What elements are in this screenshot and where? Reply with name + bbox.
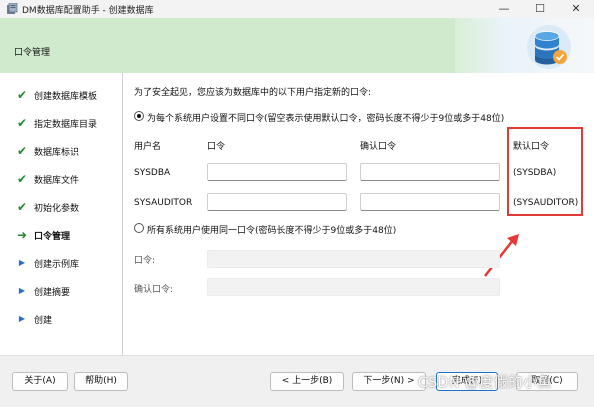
nav-item-init-params[interactable]: ✔ 初始化参数	[0, 197, 122, 217]
nav-item-label: 口令管理	[34, 232, 71, 242]
database-icon	[527, 25, 571, 69]
same-password-label[interactable]: 所有系统用户使用同一口令(密码长度不得少于9位或多于48位)	[147, 223, 396, 236]
same-password-field-label: 口令:	[134, 256, 156, 266]
help-button[interactable]: 帮助(H)	[74, 372, 128, 391]
sysdba-password-input[interactable]	[207, 163, 347, 181]
arrow-right-icon: ➜	[16, 228, 28, 242]
column-header-confirm: 确认口令	[360, 142, 397, 152]
same-password-radio[interactable]	[134, 223, 144, 233]
sysauditor-password-input[interactable]	[207, 193, 347, 211]
app-icon	[7, 3, 18, 14]
nav-item-create[interactable]: ▶ 创建	[0, 309, 122, 329]
password-management-form: 为了安全起见，您应该为数据库中的以下用户指定新的口令: 为每个系统用户设置不同口…	[124, 73, 594, 355]
watermark-text: CSDN @度假的小鱼	[418, 375, 552, 391]
wizard-steps-panel: ✔ 创建数据库模板 ✔ 指定数据库目录 ✔ 数据库标识 ✔ 数据库文件 ✔ 初始…	[0, 73, 123, 355]
individual-password-label[interactable]: 为每个系统用户设置不同口令(留空表示使用默认口令，密码长度不得少于9位或多于48…	[147, 111, 504, 124]
triangle-right-icon: ▶	[18, 286, 26, 295]
nav-item-label: 创建	[34, 316, 53, 326]
nav-item-db-files[interactable]: ✔ 数据库文件	[0, 169, 122, 189]
check-icon: ✔	[16, 116, 28, 130]
nav-item-password-management[interactable]: ➜ 口令管理	[0, 225, 122, 245]
user-name-sysauditor: SYSAUDITOR	[134, 198, 193, 208]
nav-item-summary[interactable]: ▶ 创建摘要	[0, 281, 122, 301]
individual-password-radio[interactable]	[134, 111, 144, 121]
nav-item-create-template[interactable]: ✔ 创建数据库模板	[0, 85, 122, 105]
column-header-password: 口令	[207, 142, 226, 152]
check-icon: ✔	[16, 200, 28, 214]
column-header-user: 用户名	[134, 142, 162, 152]
nav-item-label: 初始化参数	[34, 204, 80, 214]
nav-item-label: 创建示例库	[34, 260, 80, 270]
nav-item-label: 创建数据库模板	[34, 92, 98, 102]
check-icon: ✔	[16, 88, 28, 102]
check-icon: ✔	[16, 144, 28, 158]
nav-item-create-sample-db[interactable]: ▶ 创建示例库	[0, 253, 122, 273]
nav-item-label: 创建摘要	[34, 288, 71, 298]
highlight-box	[507, 127, 583, 216]
same-confirm-field-label: 确认口令:	[134, 285, 174, 295]
window-title: DM数据库配置助手 - 创建数据库	[22, 6, 154, 16]
same-password-input[interactable]	[207, 250, 500, 268]
next-button[interactable]: 下一步(N) >	[352, 372, 426, 391]
about-button[interactable]: 关于(A)	[12, 372, 68, 391]
intro-text: 为了安全起见，您应该为数据库中的以下用户指定新的口令:	[134, 88, 372, 98]
close-button[interactable]: ✕	[558, 0, 594, 18]
user-name-sysdba: SYSDBA	[134, 168, 171, 178]
title-bar: DM数据库配置助手 - 创建数据库 — ☐ ✕	[0, 0, 594, 18]
nav-item-label: 数据库标识	[34, 148, 80, 158]
back-button[interactable]: < 上一步(B)	[270, 372, 344, 391]
nav-item-label: 指定数据库目录	[34, 120, 98, 130]
header-banner: 口令管理	[0, 18, 594, 73]
same-confirm-input[interactable]	[207, 278, 500, 296]
check-icon: ✔	[16, 172, 28, 186]
sysauditor-confirm-input[interactable]	[360, 193, 500, 211]
minimize-button[interactable]: —	[486, 0, 522, 18]
nav-item-db-identifier[interactable]: ✔ 数据库标识	[0, 141, 122, 161]
nav-item-db-directory[interactable]: ✔ 指定数据库目录	[0, 113, 122, 133]
triangle-right-icon: ▶	[18, 314, 26, 323]
sysdba-confirm-input[interactable]	[360, 163, 500, 181]
nav-item-label: 数据库文件	[34, 176, 80, 186]
triangle-right-icon: ▶	[18, 258, 26, 267]
page-title: 口令管理	[14, 48, 51, 58]
maximize-button[interactable]: ☐	[522, 0, 558, 18]
